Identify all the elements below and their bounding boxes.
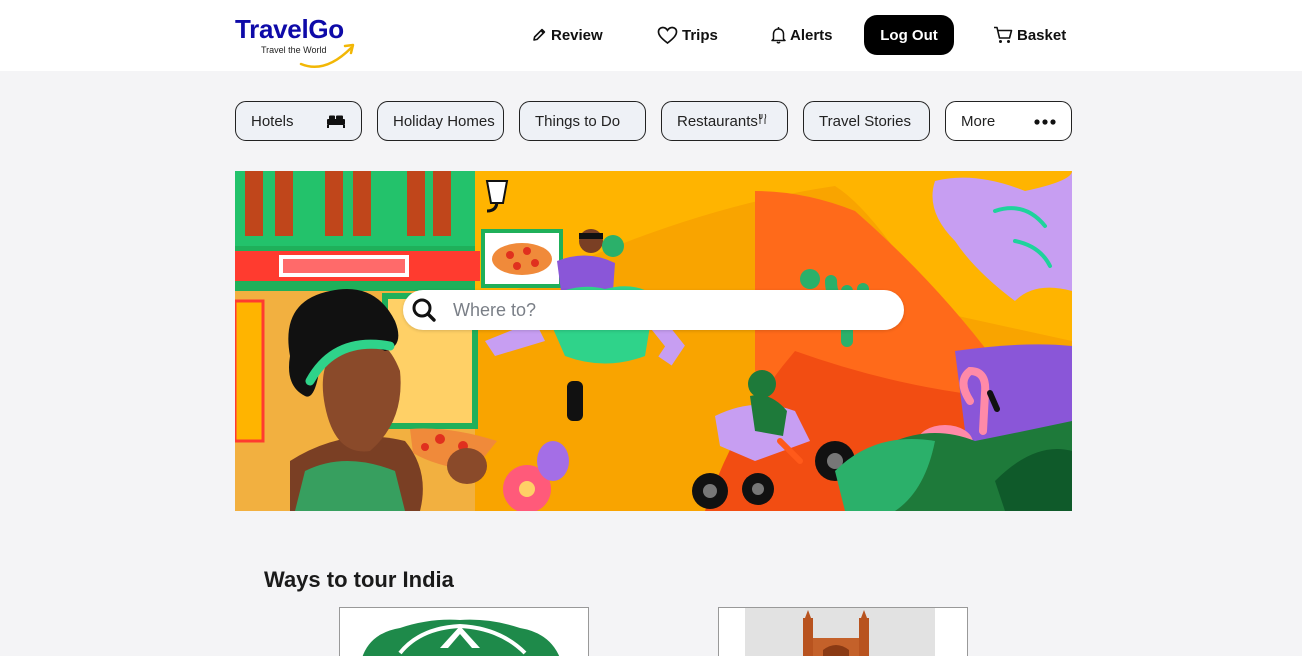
more-dots-icon xyxy=(1034,119,1056,125)
category-restaurants[interactable]: Restaurants xyxy=(661,101,788,141)
search-icon xyxy=(412,298,436,322)
category-more-label: More xyxy=(961,112,996,130)
search-input[interactable] xyxy=(453,295,883,325)
cart-icon xyxy=(994,26,1013,43)
category-things-to-do[interactable]: Things to Do xyxy=(519,101,646,141)
tour-card[interactable] xyxy=(718,607,968,656)
pencil-icon xyxy=(533,28,546,41)
nav-trips[interactable]: Trips xyxy=(657,24,718,46)
logout-button[interactable]: Log Out xyxy=(864,15,954,55)
hero-illustration xyxy=(235,171,1072,511)
heart-icon xyxy=(657,26,678,44)
category-more[interactable]: More xyxy=(945,101,1072,141)
bell-icon xyxy=(771,27,786,44)
fork-knife-icon xyxy=(758,114,767,124)
search-bar[interactable] xyxy=(403,290,904,330)
nav-alerts[interactable]: Alerts xyxy=(771,24,833,46)
section-title: Ways to tour India xyxy=(264,567,454,592)
category-things-to-do-label: Things to Do xyxy=(535,112,621,130)
tour-card-image xyxy=(719,608,967,656)
category-travel-stories-label: Travel Stories xyxy=(819,112,911,130)
category-restaurants-label: Restaurants xyxy=(677,112,758,130)
swoosh-icon xyxy=(299,43,355,68)
nav-basket[interactable]: Basket xyxy=(993,24,1066,46)
nav-review-label: Review xyxy=(551,26,603,44)
tour-card-image xyxy=(340,608,588,656)
category-hotels[interactable]: Hotels xyxy=(235,101,362,141)
category-travel-stories[interactable]: Travel Stories xyxy=(803,101,930,141)
bed-icon xyxy=(327,115,345,128)
category-hotels-label: Hotels xyxy=(251,112,294,130)
nav-basket-label: Basket xyxy=(1017,26,1067,44)
top-header: TravelGo Travel the World Review Trips A… xyxy=(0,0,1302,71)
category-holiday-homes[interactable]: Holiday Homes xyxy=(377,101,504,141)
category-holiday-homes-label: Holiday Homes xyxy=(393,112,495,130)
nav-alerts-label: Alerts xyxy=(790,26,833,44)
nav-trips-label: Trips xyxy=(682,26,718,44)
hero-banner xyxy=(235,171,1072,511)
tour-card[interactable] xyxy=(339,607,589,656)
nav-review[interactable]: Review xyxy=(531,24,603,46)
brand-logo[interactable]: TravelGo Travel the World xyxy=(235,14,365,70)
